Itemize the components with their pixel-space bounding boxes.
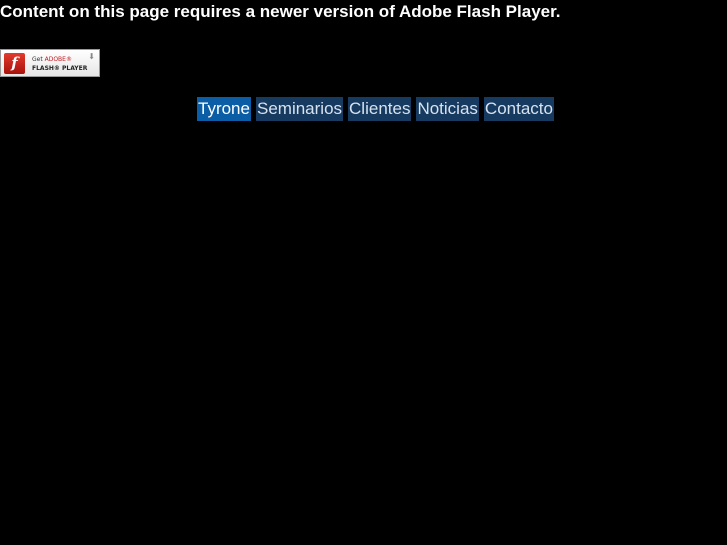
flash-required-notice: Content on this page requires a newer ve…: [0, 2, 561, 21]
flash-player-icon: f: [4, 53, 25, 74]
nav-item-contacto[interactable]: Contacto: [483, 97, 554, 121]
nav-item-tyrone[interactable]: Tyrone: [197, 97, 251, 121]
nav-item-seminarios[interactable]: Seminarios: [255, 97, 344, 121]
nav-item-clientes[interactable]: Clientes: [348, 97, 412, 121]
flash-get-label: Get: [32, 56, 45, 63]
flash-badge-text: Get ADOBE® FLASH® PLAYER: [32, 55, 87, 73]
nav-item-noticias[interactable]: Noticias: [416, 97, 479, 121]
get-flash-player-button[interactable]: f Get ADOBE® FLASH® PLAYER ⬇: [0, 49, 100, 77]
main-nav: Tyrone Seminarios Clientes Noticias Cont…: [197, 97, 554, 121]
download-arrow-icon: ⬇: [88, 52, 95, 61]
flash-brand-label: ADOBE®: [44, 56, 72, 63]
flash-product-label: FLASH® PLAYER: [32, 65, 88, 72]
